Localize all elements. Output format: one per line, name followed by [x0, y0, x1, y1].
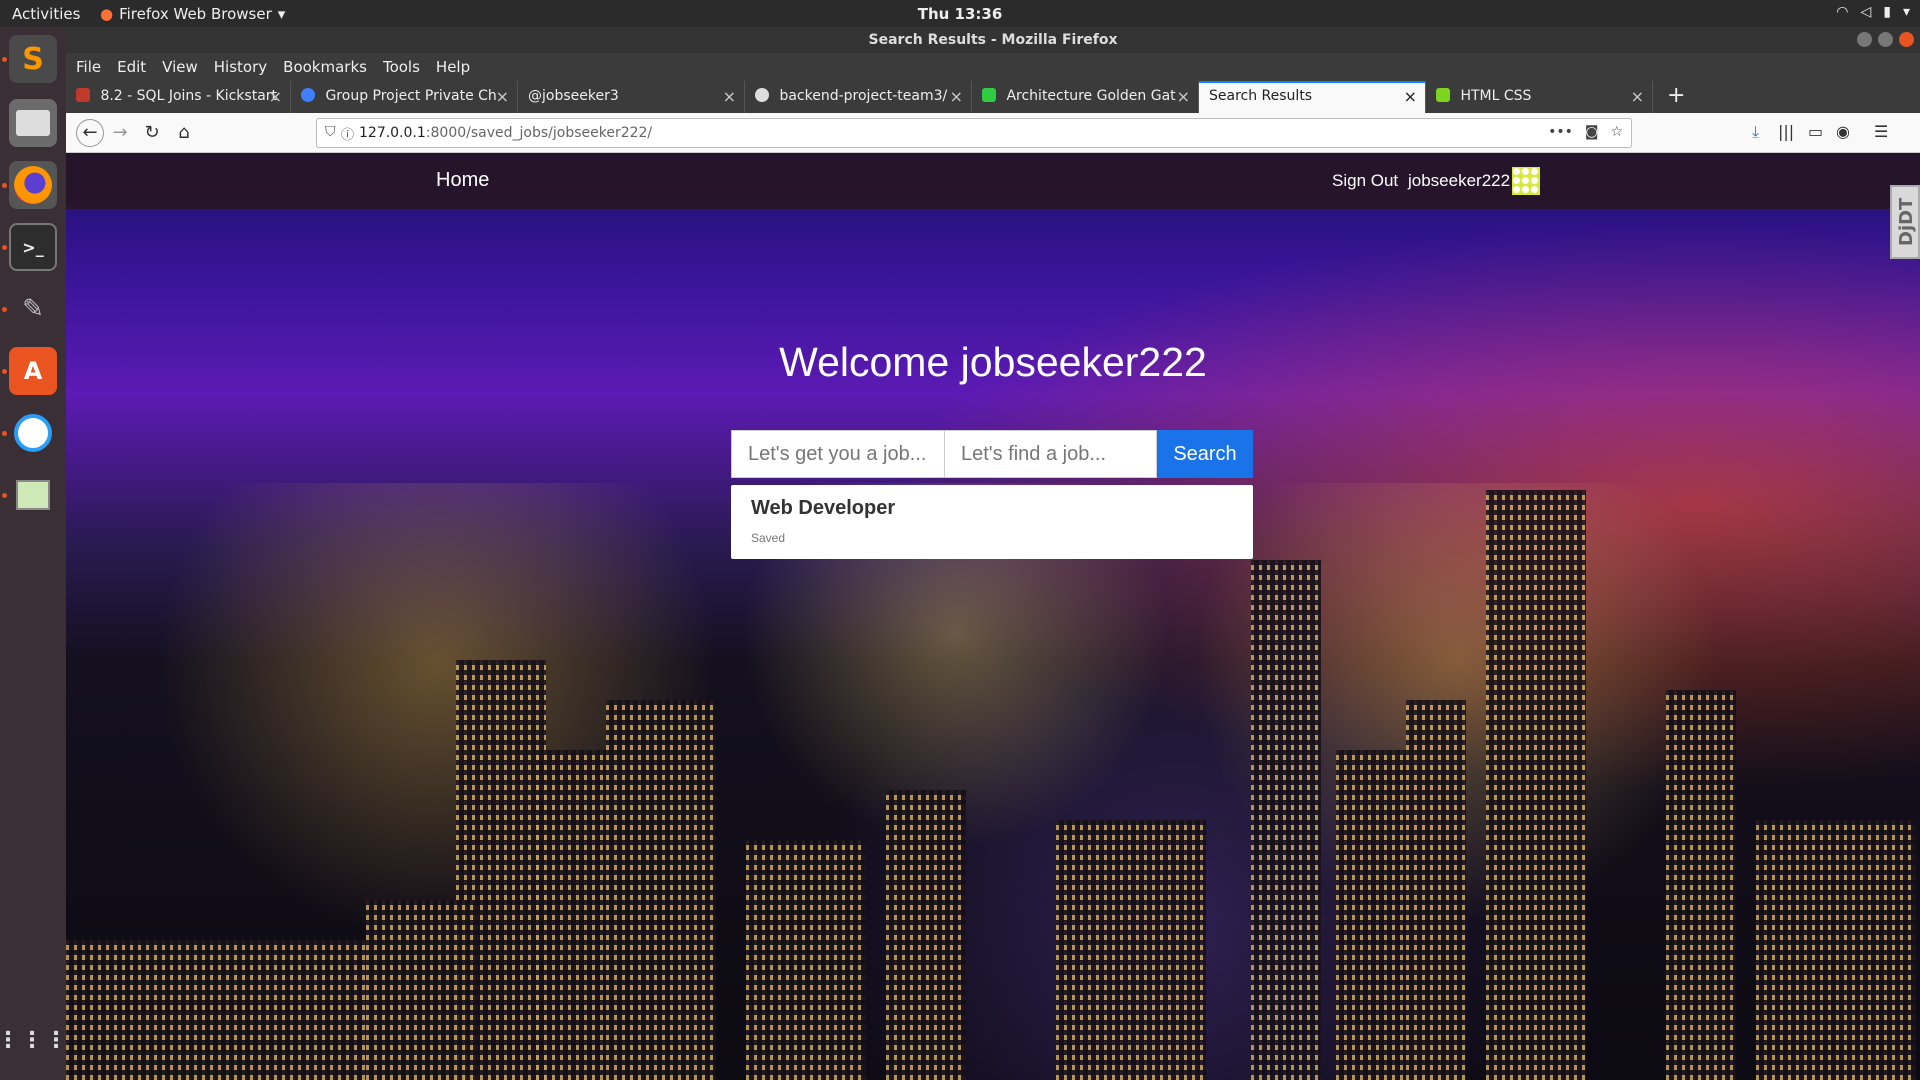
battery-icon: ▮	[1883, 4, 1891, 20]
tab-backend-project[interactable]: backend-project-team3/ ×	[745, 81, 972, 113]
tab-html-css[interactable]: HTML CSS ×	[1426, 81, 1653, 113]
tab-label: Architecture Golden Gat	[1006, 88, 1176, 104]
menu-tools[interactable]: Tools	[383, 58, 420, 76]
home-button[interactable]: ⌂	[172, 121, 196, 145]
url-text: 127.0.0.1:8000/saved_jobs/jobseeker222/	[359, 125, 653, 141]
image-viewer-icon[interactable]	[9, 471, 57, 519]
job-search-form: Search	[731, 430, 1253, 478]
navigation-toolbar: ← → ↻ ⌂ ⛉ ⓘ 127.0.0.1:8000/saved_jobs/jo…	[66, 113, 1920, 153]
activities-button[interactable]: Activities	[12, 5, 80, 23]
close-button[interactable]	[1899, 32, 1914, 47]
page-actions-icon[interactable]: •••	[1548, 124, 1573, 140]
tab-favicon-icon	[301, 88, 315, 102]
result-card[interactable]: Web Developer Saved	[731, 485, 1253, 559]
menu-bookmarks[interactable]: Bookmarks	[283, 58, 367, 76]
download-icon[interactable]: ⤓	[1752, 122, 1759, 142]
tab-favicon-icon	[76, 88, 90, 102]
django-debug-toolbar-handle[interactable]: DjDT	[1890, 185, 1920, 259]
tab-label: HTML CSS	[1460, 88, 1532, 104]
tab-label: backend-project-team3/	[779, 88, 948, 104]
tab-favicon-icon	[982, 88, 996, 102]
dock: S >_ ✎ A ⋮⋮⋮	[0, 27, 67, 1080]
back-button[interactable]: ←	[76, 119, 104, 147]
wifi-icon: ◠	[1836, 4, 1849, 20]
tab-group-project[interactable]: Group Project Private Ch ×	[291, 81, 518, 113]
tab-label: Search Results	[1209, 88, 1313, 104]
file-manager-icon[interactable]	[9, 99, 57, 147]
window-title: Search Results - Mozilla Firefox	[868, 32, 1118, 48]
menu-bar: File Edit View History Bookmarks Tools H…	[66, 53, 1920, 81]
timer-app-icon[interactable]	[9, 409, 57, 457]
new-tab-button[interactable]: +	[1653, 81, 1685, 113]
window-controls	[1857, 32, 1914, 47]
tab-label: @jobseeker3	[528, 88, 619, 104]
gimp-icon[interactable]: ✎	[9, 285, 57, 333]
app-menu-label: Firefox Web Browser	[119, 5, 272, 23]
bookmark-star-icon[interactable]: ☆	[1610, 124, 1623, 140]
url-bar[interactable]: ⛉ ⓘ 127.0.0.1:8000/saved_jobs/jobseeker2…	[316, 118, 1632, 148]
tab-favicon-icon	[1436, 88, 1450, 102]
menu-view[interactable]: View	[162, 58, 198, 76]
close-icon[interactable]: ×	[1631, 87, 1644, 106]
software-center-icon[interactable]: A	[9, 347, 57, 395]
job-where-input[interactable]	[945, 430, 1157, 478]
page-title: Welcome jobseeker222	[779, 339, 1207, 385]
volume-icon: ◁	[1860, 4, 1872, 20]
sign-out-link[interactable]: Sign Out	[1332, 171, 1398, 191]
chevron-down-icon: ▾	[1902, 4, 1910, 20]
firefox-icon: ●	[100, 5, 114, 23]
tab-architecture[interactable]: Architecture Golden Gat ×	[972, 81, 1199, 113]
minimize-button[interactable]	[1857, 32, 1872, 47]
menu-history[interactable]: History	[214, 58, 267, 76]
close-icon[interactable]: ×	[1404, 87, 1417, 106]
account-icon[interactable]: ◉	[1836, 122, 1850, 141]
close-icon[interactable]: ×	[950, 87, 963, 106]
menu-file[interactable]: File	[76, 58, 101, 76]
terminal-icon[interactable]: >_	[9, 223, 57, 271]
job-what-input[interactable]	[731, 430, 945, 478]
tab-jobseeker3[interactable]: @jobseeker3 ×	[518, 81, 745, 113]
job-status: Saved	[751, 531, 786, 545]
site-navbar: Home Sign Out jobseeker222	[66, 153, 1920, 209]
sidebar-icon[interactable]: ▭	[1808, 122, 1823, 141]
sublime-text-icon[interactable]: S	[9, 35, 57, 83]
web-page: Home Sign Out jobseeker222 DjDT Welcome …	[66, 153, 1920, 1080]
window-title-bar: Search Results - Mozilla Firefox	[66, 27, 1920, 53]
reload-button[interactable]: ↻	[140, 121, 164, 145]
tab-search-results[interactable]: Search Results ×	[1199, 81, 1426, 113]
pocket-icon[interactable]: ◙	[1585, 124, 1599, 140]
app-menu[interactable]: ● Firefox Web Browser ▾	[100, 5, 285, 23]
show-applications-icon[interactable]: ⋮⋮⋮	[0, 1017, 67, 1065]
shield-icon[interactable]: ⛉	[325, 124, 336, 140]
system-tray[interactable]: ◠ ◁ ▮ ▾	[1836, 4, 1910, 20]
nav-home-link[interactable]: Home	[436, 169, 489, 192]
menu-help[interactable]: Help	[436, 58, 470, 76]
firefox-icon[interactable]	[9, 161, 57, 209]
close-icon[interactable]: ×	[1177, 87, 1190, 106]
maximize-button[interactable]	[1878, 32, 1893, 47]
close-icon[interactable]: ×	[269, 87, 282, 106]
library-icon[interactable]: |||	[1778, 122, 1794, 141]
tab-sql-joins[interactable]: 8.2 - SQL Joins - Kickstart ×	[66, 81, 291, 113]
city-background	[66, 483, 1920, 1080]
clock[interactable]: Thu 13:36	[918, 5, 1003, 23]
close-icon[interactable]: ×	[496, 87, 509, 106]
menu-edit[interactable]: Edit	[117, 58, 146, 76]
info-icon[interactable]: ⓘ	[341, 124, 354, 143]
gnome-top-bar: Activities ● Firefox Web Browser ▾ Thu 1…	[0, 0, 1920, 27]
job-title[interactable]: Web Developer	[751, 497, 895, 520]
tab-bar: 8.2 - SQL Joins - Kickstart × Group Proj…	[66, 81, 1920, 113]
username-link[interactable]: jobseeker222	[1408, 171, 1510, 191]
tab-label: Group Project Private Ch	[325, 88, 497, 104]
chevron-down-icon: ▾	[277, 5, 286, 23]
hamburger-menu-icon[interactable]: ☰	[1874, 122, 1888, 141]
avatar[interactable]	[1512, 167, 1540, 195]
tab-label: 8.2 - SQL Joins - Kickstart	[100, 88, 278, 104]
search-button[interactable]: Search	[1157, 430, 1253, 478]
github-icon	[755, 88, 769, 102]
forward-button[interactable]: →	[108, 121, 132, 145]
close-icon[interactable]: ×	[723, 87, 736, 106]
